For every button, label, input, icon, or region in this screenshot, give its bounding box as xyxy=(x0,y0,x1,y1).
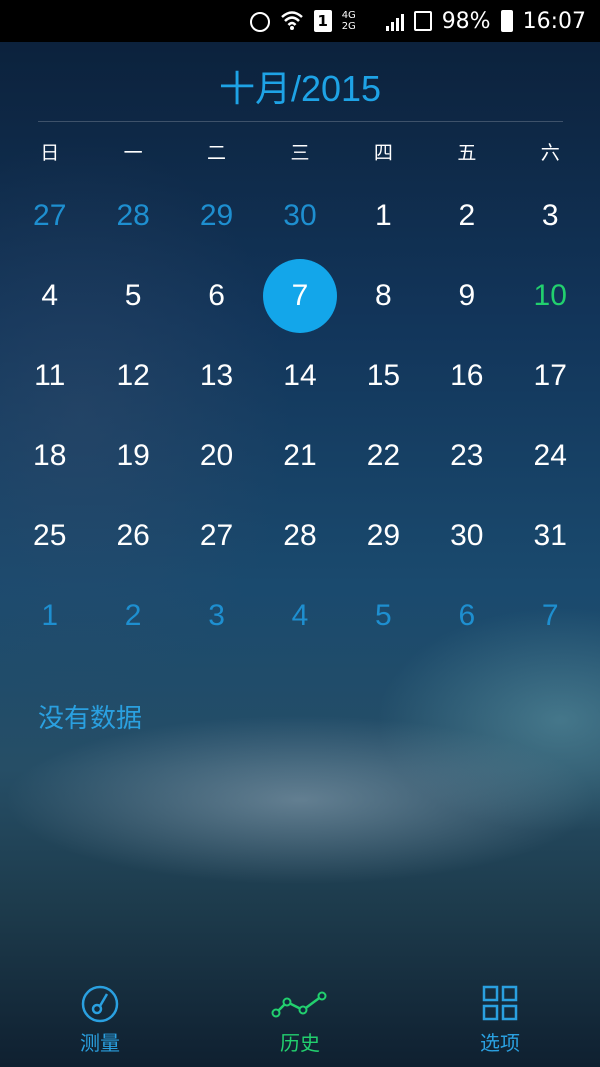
bottom-tab-bar: 测量 历史 选项 xyxy=(0,975,600,1067)
weekday-label: 日 xyxy=(40,142,60,164)
status-bar: 1 4G 2G 98% 16:07 xyxy=(0,0,600,42)
tab-history[interactable]: 历史 xyxy=(200,975,400,1067)
calendar-day[interactable]: 6 xyxy=(175,256,258,336)
calendar-day[interactable]: 7 xyxy=(509,576,592,656)
calendar-day[interactable]: 30 xyxy=(425,496,508,576)
network-type: 4G 2G xyxy=(342,10,376,32)
calendar-day[interactable]: 5 xyxy=(91,256,174,336)
calendar-day-selected[interactable]: 7 xyxy=(258,256,341,336)
weekday-label: 六 xyxy=(540,142,560,164)
calendar-week: 4 5 6 7 8 9 10 xyxy=(8,256,592,336)
month-title[interactable]: 十月/2015 xyxy=(0,60,600,112)
calendar-week: 27 28 29 30 1 2 3 xyxy=(8,176,592,256)
calendar-day[interactable]: 25 xyxy=(8,496,91,576)
calendar-day[interactable]: 24 xyxy=(509,416,592,496)
calendar-day[interactable]: 31 xyxy=(509,496,592,576)
calendar-day[interactable]: 9 xyxy=(425,256,508,336)
calendar-day[interactable]: 4 xyxy=(8,256,91,336)
calendar-day[interactable]: 2 xyxy=(91,576,174,656)
network-type-bottom: 2G xyxy=(341,21,356,32)
calendar-day[interactable]: 1 xyxy=(8,576,91,656)
calendar-day[interactable]: 6 xyxy=(425,576,508,656)
weekday-label: 五 xyxy=(457,142,477,164)
calendar-day[interactable]: 16 xyxy=(425,336,508,416)
no-data-message: 没有数据 xyxy=(38,704,143,734)
tab-label: 历史 xyxy=(280,1031,320,1055)
gauge-icon xyxy=(78,983,122,1023)
calendar-day[interactable]: 1 xyxy=(342,176,425,256)
grid-icon xyxy=(480,983,520,1023)
calendar-week: 18 19 20 21 22 23 24 xyxy=(8,416,592,496)
calendar-day[interactable]: 28 xyxy=(91,176,174,256)
weekday-label: 四 xyxy=(373,142,393,164)
calendar-day[interactable]: 17 xyxy=(509,336,592,416)
calendar-day[interactable]: 5 xyxy=(342,576,425,656)
calendar-day-today[interactable]: 10 xyxy=(509,256,592,336)
calendar-week: 25 26 27 28 29 30 31 xyxy=(8,496,592,576)
weekday-label: 三 xyxy=(290,142,310,164)
calendar-day[interactable]: 4 xyxy=(258,576,341,656)
calendar-week: 1 2 3 4 5 6 7 xyxy=(8,576,592,656)
wifi-icon xyxy=(280,9,304,33)
sd-card-icon xyxy=(413,11,432,31)
selected-day-marker: 7 xyxy=(262,259,337,333)
calendar-day[interactable]: 14 xyxy=(258,336,341,416)
calendar-day[interactable]: 27 xyxy=(8,176,91,256)
calendar-day[interactable]: 12 xyxy=(91,336,174,416)
calendar-day[interactable]: 27 xyxy=(175,496,258,576)
tab-label: 测量 xyxy=(80,1031,120,1055)
network-type-top: 4G xyxy=(341,10,356,21)
battery-percent: 98% xyxy=(441,8,491,34)
signal-icon xyxy=(385,11,404,31)
calendar-day[interactable]: 28 xyxy=(258,496,341,576)
calendar-day[interactable]: 13 xyxy=(175,336,258,416)
calendar-day[interactable]: 22 xyxy=(342,416,425,496)
alarm-icon xyxy=(249,12,270,32)
calendar-day[interactable]: 8 xyxy=(342,256,425,336)
sim-indicator: 1 xyxy=(313,10,332,32)
calendar-day[interactable]: 18 xyxy=(8,416,91,496)
calendar-day[interactable]: 30 xyxy=(258,176,341,256)
calendar-day[interactable]: 19 xyxy=(91,416,174,496)
line-chart-icon xyxy=(270,983,330,1023)
calendar-day[interactable]: 21 xyxy=(258,416,341,496)
calendar-week: 11 12 13 14 15 16 17 xyxy=(8,336,592,416)
calendar-day[interactable]: 15 xyxy=(342,336,425,416)
tab-label: 选项 xyxy=(480,1031,520,1055)
weekday-label: 一 xyxy=(123,142,143,164)
calendar-day[interactable]: 23 xyxy=(425,416,508,496)
calendar-day[interactable]: 11 xyxy=(8,336,91,416)
calendar-grid: 27 28 29 30 1 2 3 4 5 6 7 8 9 10 11 12 1… xyxy=(8,176,592,656)
calendar-day[interactable]: 29 xyxy=(342,496,425,576)
divider xyxy=(38,121,563,122)
calendar-day[interactable]: 26 xyxy=(91,496,174,576)
calendar-day[interactable]: 3 xyxy=(175,576,258,656)
weekday-label: 二 xyxy=(207,142,227,164)
tab-options[interactable]: 选项 xyxy=(400,975,600,1067)
battery-icon xyxy=(500,10,513,32)
clock: 16:07 xyxy=(522,8,586,34)
calendar-day[interactable]: 3 xyxy=(509,176,592,256)
calendar-day[interactable]: 20 xyxy=(175,416,258,496)
calendar-day[interactable]: 2 xyxy=(425,176,508,256)
tab-measure[interactable]: 测量 xyxy=(0,975,200,1067)
calendar-day[interactable]: 29 xyxy=(175,176,258,256)
weekday-header: 日 一 二 三 四 五 六 xyxy=(8,138,592,165)
